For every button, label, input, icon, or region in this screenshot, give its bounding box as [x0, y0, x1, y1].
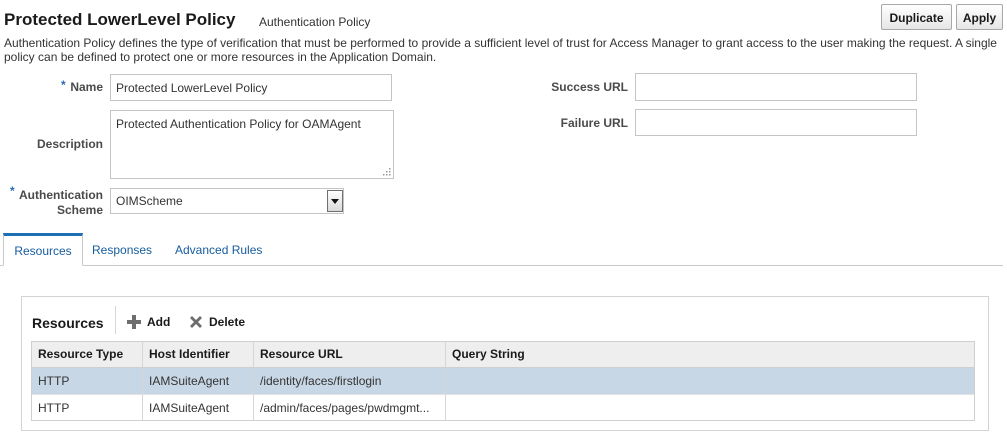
- x-icon: [190, 316, 202, 328]
- table-cell-query-string: [446, 395, 974, 421]
- duplicate-button[interactable]: Duplicate: [881, 4, 952, 30]
- table-cell-resource-url: /identity/faces/firstlogin: [254, 368, 446, 394]
- policy-description-text: Authentication Policy defines the type o…: [4, 36, 997, 64]
- failure-url-label: Failure URL: [560, 116, 628, 130]
- plus-icon: [127, 315, 141, 329]
- tab-bar: Resources Responses Advanced Rules: [0, 233, 1003, 266]
- column-header-query-string[interactable]: Query String: [446, 341, 974, 367]
- apply-button[interactable]: Apply: [956, 4, 1003, 30]
- page-subtitle: Authentication Policy: [259, 15, 371, 29]
- scheme-label-line1: Authentication: [19, 188, 103, 202]
- table-cell-host-identifier: IAMSuiteAgent: [143, 395, 254, 421]
- success-url-field[interactable]: [635, 73, 917, 101]
- description-field[interactable]: Protected Authentication Policy for OAMA…: [110, 110, 394, 179]
- name-field[interactable]: [110, 74, 392, 101]
- tab-responses[interactable]: Responses: [92, 233, 152, 265]
- required-indicator: *: [10, 184, 15, 198]
- tab-advanced-rules[interactable]: Advanced Rules: [175, 233, 262, 265]
- description-value: Protected Authentication Policy for OAMA…: [116, 117, 361, 131]
- resources-panel-title: Resources: [32, 315, 104, 331]
- name-label: Name: [70, 80, 103, 94]
- add-button-label: Add: [147, 315, 171, 329]
- scheme-select[interactable]: OIMScheme: [110, 188, 344, 214]
- scheme-select-value: OIMScheme: [116, 194, 183, 208]
- chevron-down-icon[interactable]: [327, 190, 343, 212]
- description-label: Description: [36, 137, 103, 151]
- table-cell-resource-type: HTTP: [32, 395, 143, 421]
- table-cell-query-string: [446, 368, 974, 394]
- column-header-resource-url[interactable]: Resource URL: [254, 341, 446, 367]
- tab-resources[interactable]: Resources: [3, 233, 83, 266]
- table-cell-host-identifier: IAMSuiteAgent: [143, 368, 254, 394]
- failure-url-field[interactable]: [635, 109, 917, 136]
- delete-button-label: Delete: [209, 315, 246, 329]
- scheme-label-line2: Scheme: [56, 203, 103, 217]
- page-title: Protected LowerLevel Policy: [4, 10, 236, 29]
- table-cell-resource-url: /admin/faces/pages/pwdmgmt...: [254, 395, 446, 421]
- table-cell-resource-type: HTTP: [32, 368, 143, 394]
- toolbar-divider: [115, 306, 116, 334]
- success-url-label: Success URL: [551, 80, 628, 94]
- column-header-host-identifier[interactable]: Host Identifier: [143, 341, 254, 367]
- resize-grip-icon[interactable]: [382, 167, 391, 176]
- column-header-resource-type[interactable]: Resource Type: [32, 341, 143, 367]
